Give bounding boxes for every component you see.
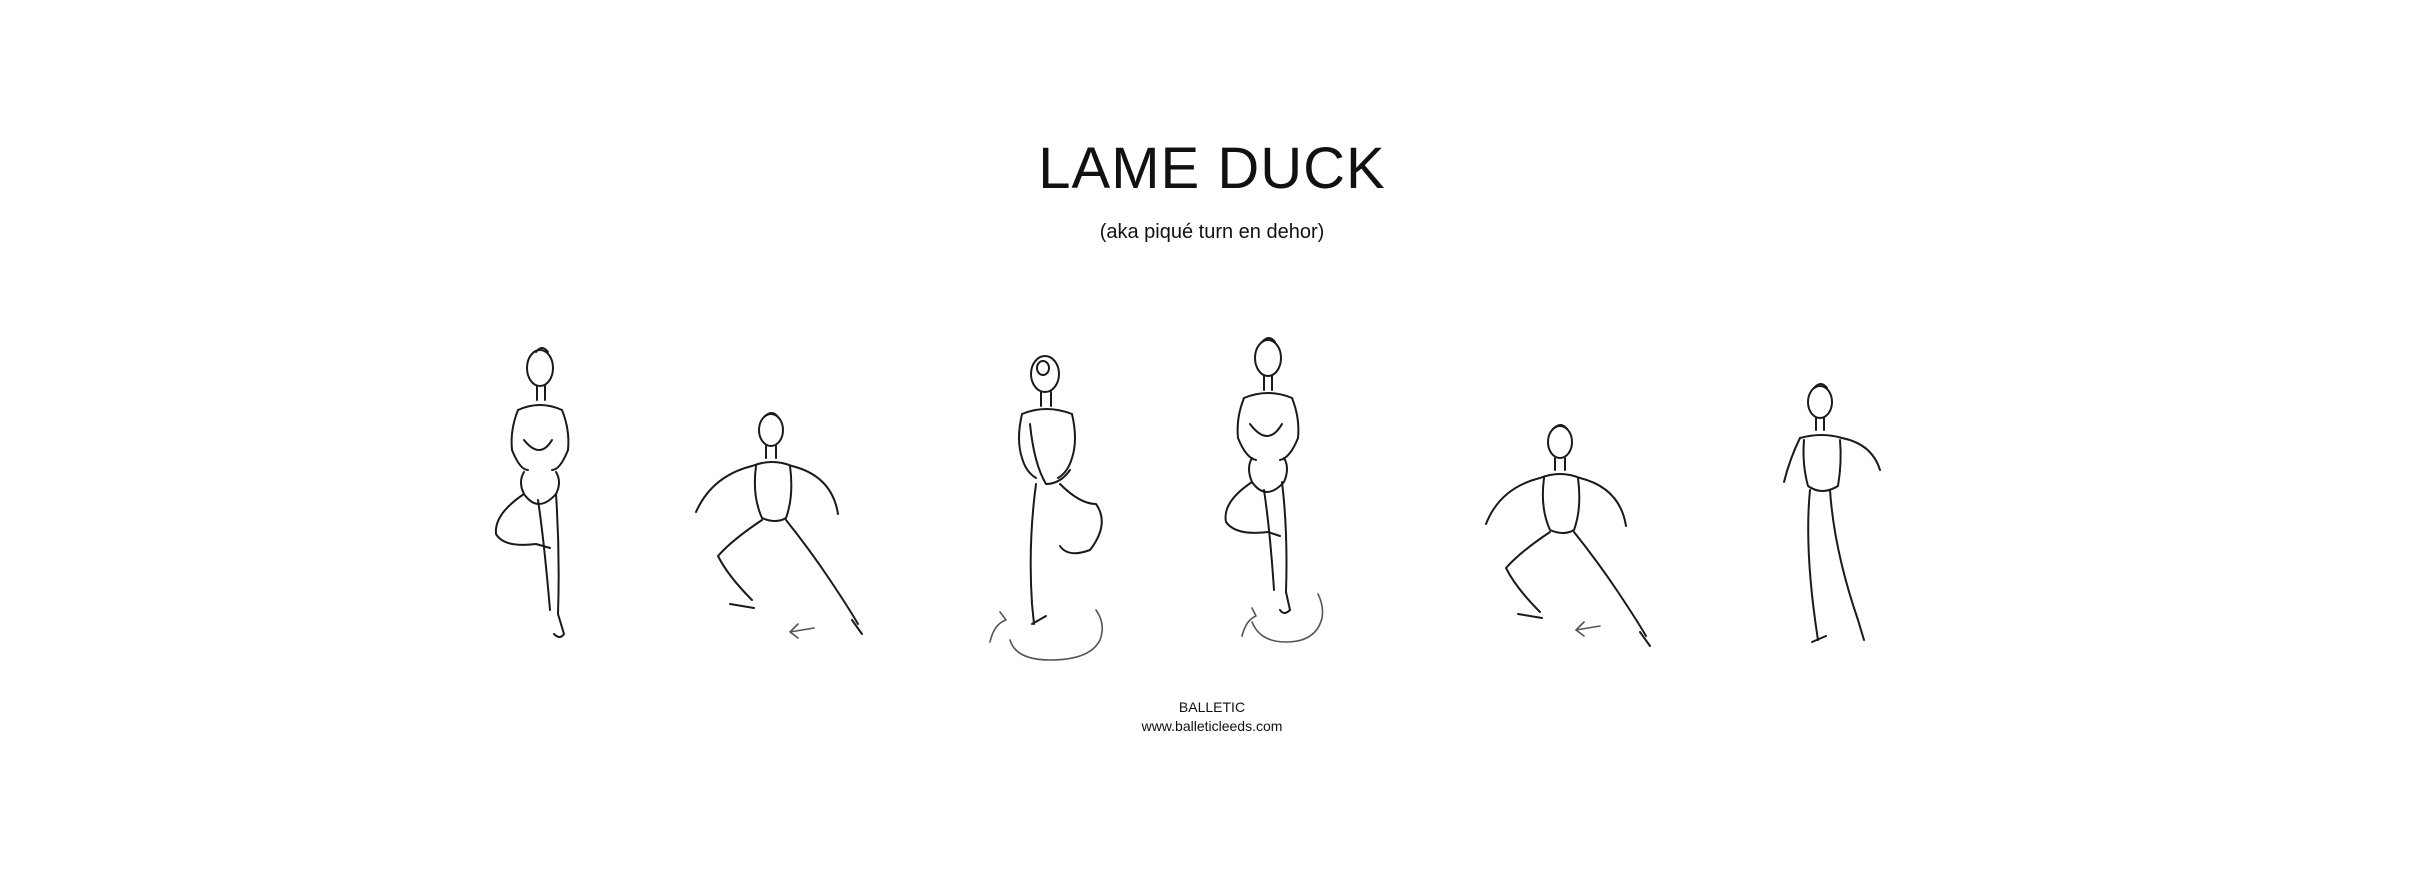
direction-arrow-2	[1575, 621, 1601, 637]
direction-arrow-1	[789, 623, 815, 639]
brand-name: BALLETIC	[1178, 699, 1246, 715]
turn-arrow-1-head	[989, 611, 1007, 643]
dancer-figure-4	[1224, 337, 1300, 614]
dancer-figure-1	[494, 347, 570, 638]
turn-arrow-1	[1009, 609, 1104, 661]
dancer-figure-5	[1485, 424, 1651, 647]
dancer-sequence	[0, 0, 2424, 869]
turn-arrow-2-head	[1241, 607, 1257, 637]
dancer-illustrations	[494, 337, 1881, 661]
website-url[interactable]: www.balleticleeds.com	[0, 717, 2424, 736]
dancer-figure-2	[695, 412, 863, 635]
dancer-figure-3	[1018, 355, 1103, 625]
dancer-figure-6	[1783, 383, 1881, 643]
footer: BALLETIC www.balleticleeds.com	[0, 698, 2424, 736]
